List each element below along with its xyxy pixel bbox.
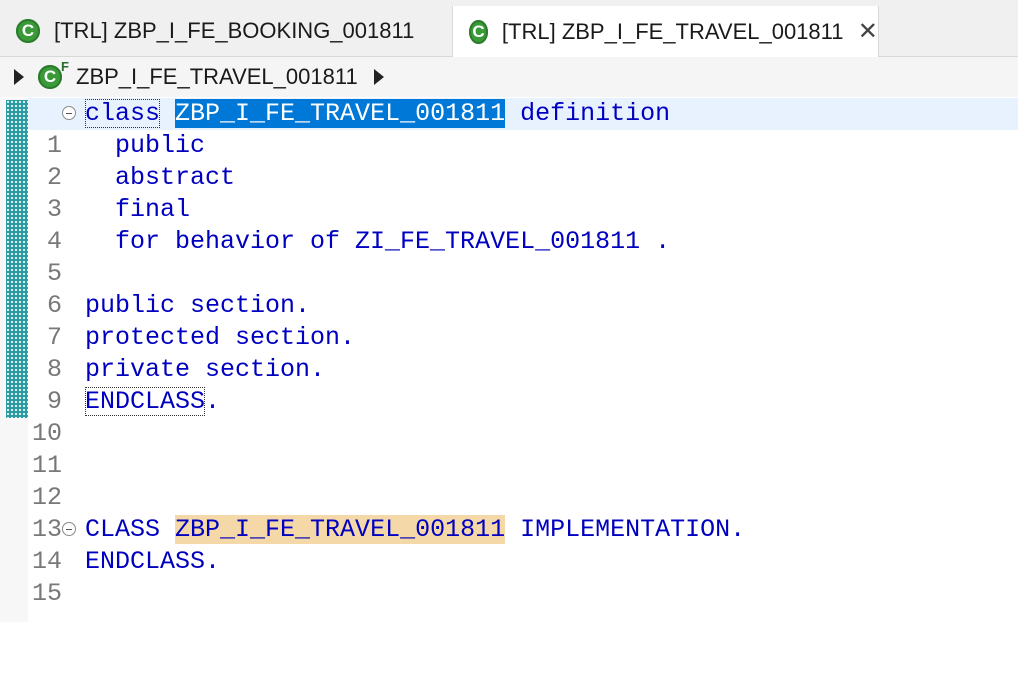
code-line[interactable]: 6: [28, 258, 1018, 320]
keyword: class: [85, 99, 161, 128]
fold-toggle-icon[interactable]: [62, 522, 76, 536]
tab-booking-class[interactable]: C [TRL] ZBP_I_FE_BOOKING_001811: [0, 6, 452, 56]
line-number: 15: [31, 579, 62, 608]
breadcrumb-item[interactable]: ZBP_I_FE_TRAVEL_001811: [76, 64, 358, 90]
selected-text: ZBP_I_FE_TRAVEL_001811: [175, 99, 506, 128]
code-line[interactable]: 12: [28, 450, 1018, 512]
tab-label: [TRL] ZBP_I_FE_TRAVEL_001811: [501, 18, 844, 44]
code-text: ENDCLASS.: [85, 386, 220, 418]
code-text: abstract: [85, 163, 236, 192]
class-icon: C: [469, 19, 488, 44]
keyword: ENDCLASS: [85, 387, 206, 416]
code-text: private section.: [85, 355, 326, 384]
code-fragment: definition: [505, 99, 671, 128]
close-icon[interactable]: ✕: [858, 18, 878, 45]
fold-toggle-icon[interactable]: [62, 106, 76, 120]
code-line[interactable]: 4 final: [28, 194, 1018, 256]
code-text: for behavior of ZI_FE_TRAVEL_001811 .: [85, 227, 671, 256]
class-icon: CF: [38, 59, 69, 89]
code-line[interactable]: 7 public section.: [28, 290, 1018, 352]
code-line[interactable]: 13: [28, 482, 1018, 544]
code-editor[interactable]: 1 class ZBP_I_FE_TRAVEL_001811 definitio…: [0, 98, 1018, 622]
code-fragment: .: [205, 387, 221, 416]
code-text: public section.: [85, 291, 311, 320]
code-line[interactable]: 9 private section.: [28, 354, 1018, 416]
code-line[interactable]: 14 CLASS ZBP_I_FE_TRAVEL_001811 IMPLEMEN…: [28, 514, 1018, 576]
class-icon: C: [16, 19, 40, 43]
code-text: protected section.: [85, 323, 356, 352]
code-line[interactable]: 11: [28, 418, 1018, 480]
code-line[interactable]: 2 public: [28, 130, 1018, 192]
code-line[interactable]: 8 protected section.: [28, 322, 1018, 384]
code-line[interactable]: 15 ENDCLASS.: [28, 546, 1018, 608]
code-text: CLASS ZBP_I_FE_TRAVEL_001811 IMPLEMENTAT…: [85, 514, 745, 546]
code-line[interactable]: 5 for behavior of ZI_FE_TRAVEL_001811 .: [28, 226, 1018, 288]
code-line[interactable]: 10 ENDCLASS.: [28, 386, 1018, 448]
keyword: CLASS: [85, 515, 161, 544]
code-text: public: [85, 131, 206, 160]
code-text: final: [85, 195, 191, 224]
code-fragment: IMPLEMENTATION.: [505, 515, 746, 544]
tab-travel-class[interactable]: C [TRL] ZBP_I_FE_TRAVEL_001811 ✕: [452, 6, 879, 57]
editor-tab-bar: C [TRL] ZBP_I_FE_BOOKING_001811 C [TRL] …: [0, 0, 1018, 57]
occurrence-highlight: ZBP_I_FE_TRAVEL_001811: [175, 515, 506, 544]
breadcrumb: CF ZBP_I_FE_TRAVEL_001811: [0, 57, 1018, 97]
quick-diff-ruler: [0, 98, 28, 622]
tab-label: [TRL] ZBP_I_FE_BOOKING_001811: [54, 18, 415, 43]
code-text: ENDCLASS.: [85, 547, 221, 576]
code-text: class ZBP_I_FE_TRAVEL_001811 definition: [85, 98, 670, 130]
quick-diff-marker: [6, 100, 28, 418]
chevron-right-icon[interactable]: [14, 69, 24, 85]
chevron-right-icon[interactable]: [373, 69, 384, 85]
code-line[interactable]: 1 class ZBP_I_FE_TRAVEL_001811 definitio…: [28, 98, 1018, 160]
code-line[interactable]: 3 abstract: [28, 162, 1018, 224]
